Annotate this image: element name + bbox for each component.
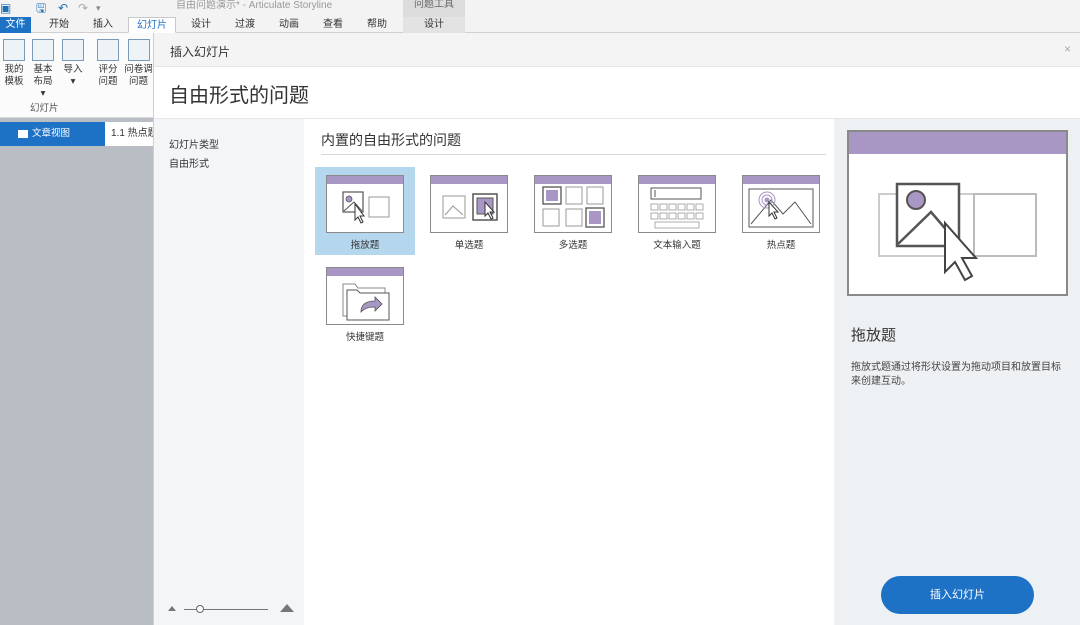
- detail-description: 拖放式题通过将形状设置为拖动项目和放置目标来创建互动。: [851, 362, 1061, 387]
- app-logo-icon: ▣: [0, 1, 12, 15]
- tile-label: 拖放题: [350, 240, 380, 251]
- dialog-title-bar: 插入幻灯片 ×: [154, 33, 1080, 67]
- template-icon: [3, 39, 25, 61]
- survey-question-icon: [127, 39, 150, 61]
- drag-drop-preview-icon: [847, 130, 1068, 296]
- tile-shortcut-key[interactable]: 快捷键题: [315, 259, 415, 347]
- tab-view[interactable]: 查看: [314, 17, 352, 33]
- hotspot-icon: [742, 175, 820, 233]
- slide-type-item-freeform[interactable]: 自由形式: [169, 155, 209, 170]
- save-icon[interactable]: 🖫: [36, 1, 46, 15]
- ribbon: 我的 模板 基本 布局 ▾ 导入 ▾ 评分 问题 问卷调 问题 幻灯片: [0, 33, 153, 118]
- story-pane: [0, 118, 153, 625]
- slide-tab[interactable]: 1.1 热点题: [105, 122, 153, 146]
- gallery-title: 内置的自由形式的问题: [321, 132, 461, 148]
- story-view-icon: [18, 130, 28, 138]
- layout-icon: [32, 39, 54, 61]
- tab-question-design[interactable]: 设计: [403, 17, 465, 33]
- detail-pane: 拖放题 拖放式题通过将形状设置为拖动项目和放置目标来创建互动。 插入幻灯片: [834, 119, 1080, 625]
- import-label: 导入 ▾: [63, 64, 83, 87]
- survey-question-label: 问卷调 问题: [124, 64, 153, 87]
- undo-icon[interactable]: ↶: [58, 1, 68, 15]
- tab-file[interactable]: 文件: [0, 17, 31, 33]
- tile-label: 文本输入题: [653, 240, 701, 251]
- insert-slides-dialog: 插入幻灯片 × 自由形式的问题 幻灯片类型 自由形式 内置的自由形式的问题 拖放…: [153, 33, 1080, 625]
- tile-label: 多选题: [558, 240, 588, 251]
- customize-quick-access-icon[interactable]: ▾: [96, 1, 101, 15]
- divider: [321, 154, 826, 155]
- tab-insert[interactable]: 插入: [84, 17, 122, 33]
- tab-design[interactable]: 设计: [182, 17, 220, 33]
- graded-question-label: 评分 问题: [98, 64, 118, 87]
- tab-slides[interactable]: 幻灯片: [128, 17, 176, 33]
- shortcut-key-icon: [326, 267, 404, 325]
- graded-question-icon: [97, 39, 119, 61]
- tab-home[interactable]: 开始: [40, 17, 78, 33]
- tile-label: 快捷键题: [345, 332, 384, 343]
- import-icon: [62, 39, 84, 61]
- tile-label: 单选题: [454, 240, 484, 251]
- ribbon-tab-bar: 文件 开始 插入 幻灯片 设计 过渡 动画 查看 帮助 设计: [0, 17, 1080, 33]
- slide-type-pane: 幻灯片类型 自由形式: [154, 119, 304, 625]
- tile-pick-many[interactable]: 多选题: [523, 167, 623, 255]
- dialog-title: 插入幻灯片: [170, 45, 231, 59]
- detail-title: 拖放题: [851, 327, 897, 344]
- zoom-out-icon[interactable]: [168, 606, 176, 611]
- zoom-handle[interactable]: [196, 605, 204, 613]
- app-title-bar: ▣ 🖫 ↶ ↷ ▾ 自由问题演示* - Articulate Storyline…: [0, 0, 1080, 17]
- basic-layouts-button[interactable]: 基本 布局 ▾: [30, 39, 56, 100]
- ribbon-group-label: 幻灯片: [30, 103, 59, 114]
- app-title: 自由问题演示* - Articulate Storyline: [176, 0, 333, 11]
- tab-help[interactable]: 帮助: [358, 17, 396, 33]
- zoom-slider[interactable]: [168, 603, 298, 617]
- question-gallery: 内置的自由形式的问题 拖放题 单选题 多选题 文本输入题 热点题 快捷键题: [304, 119, 834, 625]
- my-templates-label: 我的 模板: [4, 64, 24, 87]
- close-icon[interactable]: ×: [1064, 42, 1071, 56]
- drag-drop-icon: [326, 175, 404, 233]
- story-view-label: 文章视图: [32, 128, 71, 139]
- tab-transitions[interactable]: 过渡: [226, 17, 264, 33]
- import-button[interactable]: 导入 ▾: [62, 39, 84, 88]
- tile-text-entry[interactable]: 文本输入题: [627, 167, 727, 255]
- tile-pick-one[interactable]: 单选题: [419, 167, 519, 255]
- slide-type-title: 幻灯片类型: [169, 140, 219, 151]
- pick-many-icon: [534, 175, 612, 233]
- redo-icon[interactable]: ↷: [78, 1, 88, 15]
- text-entry-icon: [638, 175, 716, 233]
- story-view-tab[interactable]: 文章视图: [0, 122, 105, 146]
- tile-label: 热点题: [766, 240, 796, 251]
- tab-animations[interactable]: 动画: [270, 17, 308, 33]
- question-tools-header: 问题工具: [403, 0, 465, 17]
- my-templates-button[interactable]: 我的 模板: [2, 39, 26, 88]
- basic-layouts-label: 基本 布局 ▾: [33, 64, 53, 99]
- insert-slide-button[interactable]: 插入幻灯片: [881, 576, 1034, 614]
- dialog-heading: 自由形式的问题: [169, 85, 309, 107]
- pick-one-icon: [430, 175, 508, 233]
- survey-question-button[interactable]: 问卷调 问题: [124, 39, 153, 88]
- zoom-in-icon[interactable]: [280, 604, 294, 612]
- tile-hotspot[interactable]: 热点题: [731, 167, 831, 255]
- tile-drag-drop[interactable]: 拖放题: [315, 167, 415, 255]
- graded-question-button[interactable]: 评分 问题: [96, 39, 120, 88]
